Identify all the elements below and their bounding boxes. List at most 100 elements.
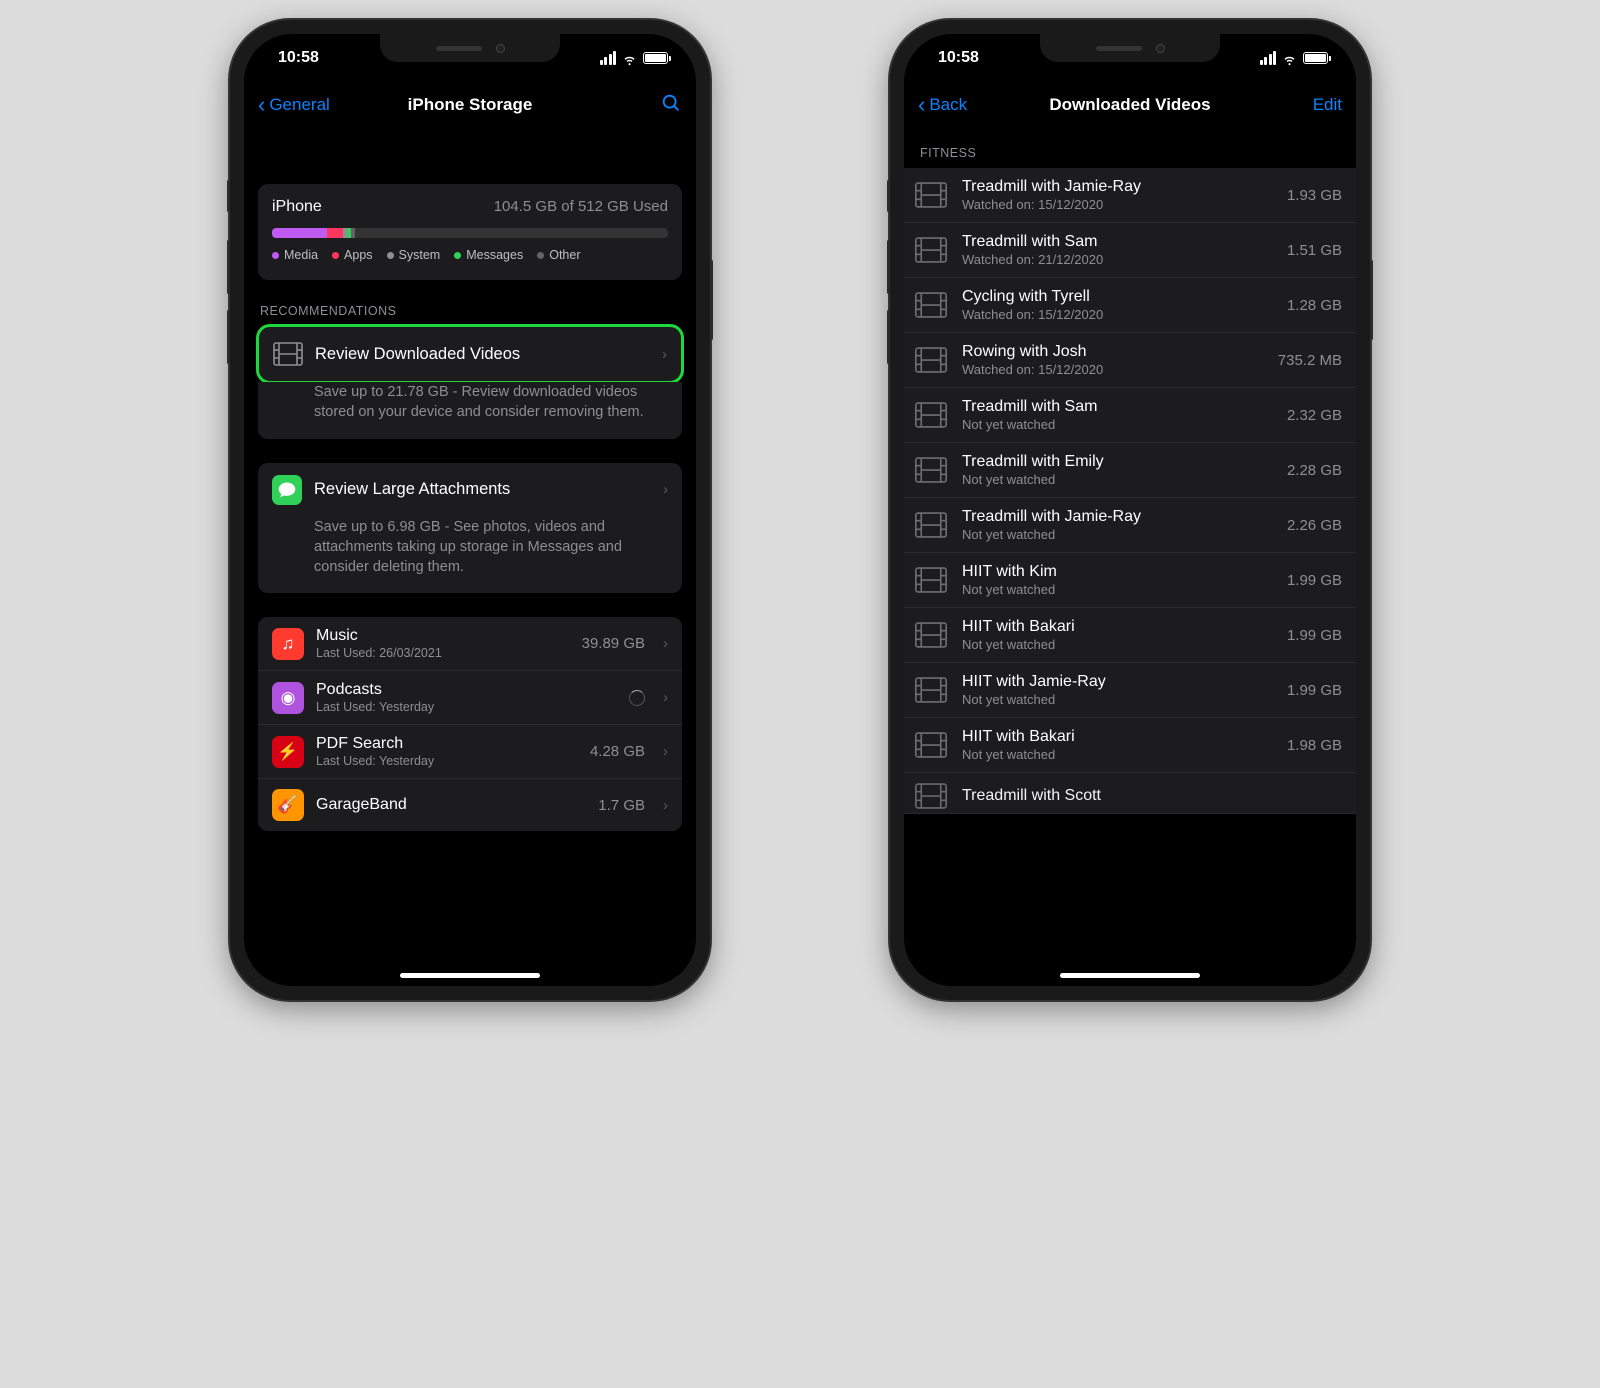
video-title: HIIT with Jamie-Ray <box>962 673 1273 691</box>
video-row[interactable]: Treadmill with Jamie-Ray Not yet watched… <box>904 498 1356 553</box>
rec1-description: Save up to 21.78 GB - Review downloaded … <box>258 382 682 439</box>
chevron-right-icon: › <box>662 346 667 363</box>
legend-dot <box>537 252 544 259</box>
app-row[interactable]: ◉ Podcasts Last Used: Yesterday › <box>258 670 682 724</box>
search-button[interactable] <box>660 92 682 119</box>
app-row[interactable]: ♫ Music Last Used: 26/03/2021 39.89 GB › <box>258 617 682 670</box>
video-size: 2.32 GB <box>1287 407 1342 424</box>
video-size: 1.28 GB <box>1287 297 1342 314</box>
iphone-right: 10:58 ‹ Back Downloaded Videos Edit FITN… <box>890 20 1370 1000</box>
legend-item: System <box>387 248 441 262</box>
legend-dot <box>454 252 461 259</box>
wifi-icon <box>1281 50 1298 67</box>
film-icon <box>914 732 948 758</box>
app-icon: ♫ <box>272 628 304 660</box>
legend-label: Media <box>284 248 318 262</box>
app-icon: ◉ <box>272 682 304 714</box>
video-subtitle: Not yet watched <box>962 692 1273 707</box>
video-row[interactable]: HIIT with Bakari Not yet watched 1.99 GB <box>904 608 1356 663</box>
video-size: 1.51 GB <box>1287 242 1342 259</box>
video-subtitle: Not yet watched <box>962 417 1273 432</box>
rec2-description: Save up to 6.98 GB - See photos, videos … <box>258 517 682 594</box>
film-icon <box>914 292 948 318</box>
edit-button[interactable]: Edit <box>1313 95 1342 115</box>
status-time: 10:58 <box>938 49 979 67</box>
video-title: Treadmill with Jamie-Ray <box>962 178 1273 196</box>
back-button[interactable]: ‹ General <box>258 92 330 118</box>
screen-left: 10:58 ‹ General iPhone Storage <box>244 34 696 986</box>
video-size: 735.2 MB <box>1278 352 1342 369</box>
video-subtitle: Not yet watched <box>962 747 1273 762</box>
film-icon <box>914 457 948 483</box>
app-size: 39.89 GB <box>582 635 645 652</box>
video-subtitle: Not yet watched <box>962 637 1273 652</box>
app-size: 4.28 GB <box>590 743 645 760</box>
legend-label: Other <box>549 248 580 262</box>
notch <box>380 34 560 62</box>
film-icon <box>273 339 303 369</box>
legend-item: Other <box>537 248 580 262</box>
home-indicator[interactable] <box>1060 973 1200 978</box>
app-icon: 🎸 <box>272 789 304 821</box>
storage-bar <box>272 228 668 238</box>
video-subtitle: Not yet watched <box>962 582 1273 597</box>
video-row[interactable]: Treadmill with Emily Not yet watched 2.2… <box>904 443 1356 498</box>
recommendation-review-videos[interactable]: Review Downloaded Videos › <box>256 324 684 384</box>
video-row[interactable]: HIIT with Bakari Not yet watched 1.98 GB <box>904 718 1356 773</box>
film-icon <box>914 402 948 428</box>
back-button[interactable]: ‹ Back <box>918 92 967 118</box>
video-list: Treadmill with Jamie-Ray Watched on: 15/… <box>904 168 1356 814</box>
video-row[interactable]: Treadmill with Sam Watched on: 21/12/202… <box>904 223 1356 278</box>
video-row[interactable]: Treadmill with Jamie-Ray Watched on: 15/… <box>904 168 1356 223</box>
app-list: ♫ Music Last Used: 26/03/2021 39.89 GB ›… <box>258 617 682 831</box>
rec1-label: Review Downloaded Videos <box>315 345 650 364</box>
video-row[interactable]: Rowing with Josh Watched on: 15/12/2020 … <box>904 333 1356 388</box>
video-row[interactable]: Treadmill with Scott <box>904 773 1356 814</box>
video-subtitle: Watched on: 15/12/2020 <box>962 362 1264 377</box>
film-icon <box>914 512 948 538</box>
chevron-right-icon: › <box>663 635 668 652</box>
storage-card: iPhone 104.5 GB of 512 GB Used MediaApps… <box>258 184 682 280</box>
app-last-used: Last Used: 26/03/2021 <box>316 646 570 660</box>
video-size: 2.28 GB <box>1287 462 1342 479</box>
recommendation-large-attachments[interactable]: Review Large Attachments › Save up to 6.… <box>258 463 682 594</box>
chevron-right-icon: › <box>663 481 668 498</box>
video-row[interactable]: HIIT with Jamie-Ray Not yet watched 1.99… <box>904 663 1356 718</box>
iphone-left: 10:58 ‹ General iPhone Storage <box>230 20 710 1000</box>
video-title: HIIT with Kim <box>962 563 1273 581</box>
messages-icon <box>272 475 302 505</box>
status-time: 10:58 <box>278 49 319 67</box>
app-name: PDF Search <box>316 735 578 753</box>
app-last-used: Last Used: Yesterday <box>316 754 578 768</box>
app-row[interactable]: 🎸 GarageBand 1.7 GB › <box>258 778 682 831</box>
legend-item: Apps <box>332 248 373 262</box>
app-name: Podcasts <box>316 681 617 699</box>
storage-segment <box>351 228 355 238</box>
legend-label: Apps <box>344 248 373 262</box>
video-size: 1.99 GB <box>1287 572 1342 589</box>
content-left: iPhone 104.5 GB of 512 GB Used MediaApps… <box>244 128 696 986</box>
legend-label: System <box>399 248 441 262</box>
home-indicator[interactable] <box>400 973 540 978</box>
film-icon <box>914 182 948 208</box>
device-name: iPhone <box>272 198 322 216</box>
video-size: 1.99 GB <box>1287 682 1342 699</box>
storage-legend: Media Apps System Messages Other <box>272 248 668 262</box>
video-row[interactable]: Cycling with Tyrell Watched on: 15/12/20… <box>904 278 1356 333</box>
loading-spinner-icon <box>629 690 645 706</box>
app-row[interactable]: ⚡ PDF Search Last Used: Yesterday 4.28 G… <box>258 724 682 778</box>
legend-dot <box>272 252 279 259</box>
film-icon <box>914 567 948 593</box>
legend-item: Messages <box>454 248 523 262</box>
video-subtitle: Watched on: 15/12/2020 <box>962 307 1273 322</box>
navbar-right: ‹ Back Downloaded Videos Edit <box>904 82 1356 128</box>
storage-segment <box>327 228 343 238</box>
video-title: Treadmill with Sam <box>962 233 1273 251</box>
video-size: 1.99 GB <box>1287 627 1342 644</box>
video-row[interactable]: Treadmill with Sam Not yet watched 2.32 … <box>904 388 1356 443</box>
notch <box>1040 34 1220 62</box>
recommendations-header: RECOMMENDATIONS <box>244 280 696 326</box>
video-row[interactable]: HIIT with Kim Not yet watched 1.99 GB <box>904 553 1356 608</box>
content-right[interactable]: FITNESS Treadmill with Jamie-Ray Watched… <box>904 128 1356 986</box>
chevron-right-icon: › <box>663 743 668 760</box>
